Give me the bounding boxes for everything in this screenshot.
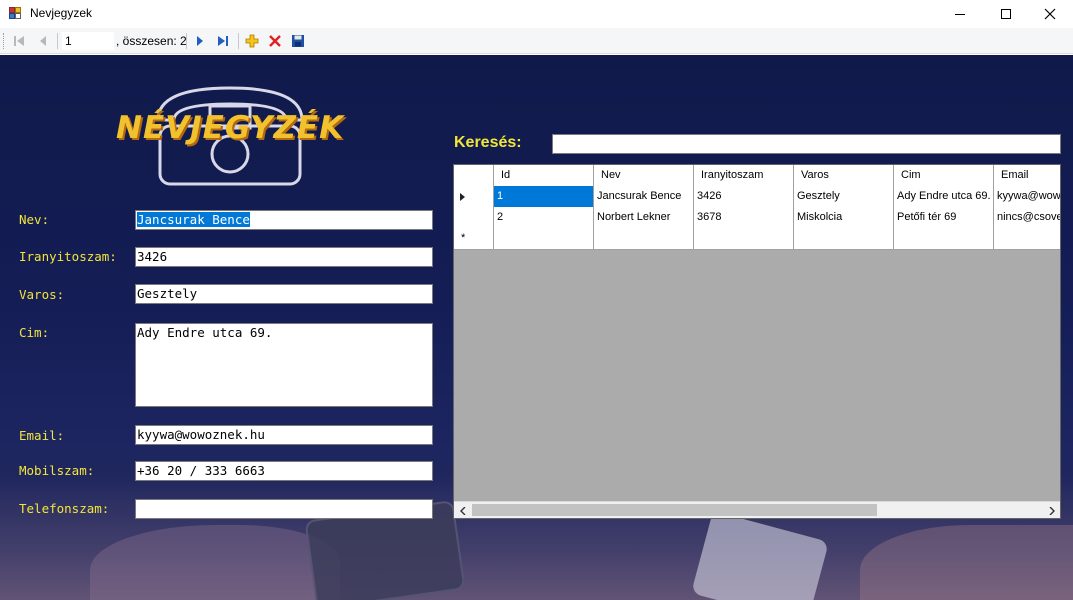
grid-cell[interactable]: Miskolcia (794, 207, 894, 229)
varos-label: Varos: (19, 287, 65, 302)
grid-cell[interactable]: 1 (494, 186, 594, 208)
grid-cell[interactable]: 2 (494, 207, 594, 229)
telefonszam-label: Telefonszam: (19, 501, 110, 516)
search-input[interactable] (552, 134, 1061, 154)
grid-cell[interactable]: Norbert Lekner (594, 207, 694, 229)
grid-cell[interactable] (794, 228, 894, 250)
iranyitoszam-field[interactable]: 3426 (135, 247, 433, 267)
grid-cell[interactable] (894, 228, 994, 250)
column-header-cim[interactable]: Cim (894, 165, 994, 187)
logo: NÉVJEGYZÉK (110, 80, 350, 190)
window-title: Nevjegyzek (30, 6, 93, 20)
grid-cell[interactable]: Gesztely (794, 186, 894, 208)
row-header[interactable] (454, 207, 494, 229)
move-last-button[interactable] (214, 32, 232, 50)
maximize-icon (1001, 9, 1011, 19)
minimize-icon (955, 13, 965, 15)
current-row-arrow-icon (460, 193, 465, 201)
app-window-icon[interactable] (9, 7, 22, 19)
main-form: NÉVJEGYZÉK Nev: Jancsurak Bence Iranyito… (0, 55, 1073, 600)
close-button[interactable] (1027, 0, 1073, 28)
grid-cell[interactable] (994, 228, 1060, 250)
grid-cell[interactable]: 3426 (694, 186, 794, 208)
scroll-left-button[interactable] (454, 502, 471, 518)
contacts-data-grid[interactable]: Id Nev Iranyitoszam Varos Cim Email 1 Ja… (453, 164, 1061, 519)
toolbar-grip[interactable] (3, 33, 6, 49)
toolbar-separator (57, 33, 58, 49)
grid-corner-header[interactable] (454, 165, 494, 187)
binding-navigator-toolbar: , összesen: 2 (0, 28, 1073, 54)
nev-field[interactable]: Jancsurak Bence (135, 210, 433, 230)
grid-cell[interactable]: nincs@csove (994, 207, 1060, 229)
table-row[interactable]: 1 Jancsurak Bence 3426 Gesztely Ady Endr… (454, 186, 1060, 208)
table-row[interactable]: 2 Norbert Lekner 3678 Miskolcia Petőfi t… (454, 207, 1060, 229)
grid-cell[interactable]: kyywa@wow (994, 186, 1060, 208)
move-previous-button[interactable] (34, 32, 52, 50)
grid-cell[interactable] (694, 228, 794, 250)
minimize-button[interactable] (937, 0, 983, 28)
grid-cell[interactable]: Petőfi tér 69 (894, 207, 994, 229)
position-input[interactable] (62, 32, 114, 50)
maximize-button[interactable] (983, 0, 1029, 28)
column-header-email[interactable]: Email (994, 165, 1060, 187)
move-next-button[interactable] (191, 32, 209, 50)
scroll-right-button[interactable] (1043, 502, 1060, 518)
grid-cell[interactable]: 3678 (694, 207, 794, 229)
row-header[interactable]: * (454, 228, 494, 250)
close-icon (1044, 8, 1056, 20)
delete-icon (269, 35, 281, 47)
column-header-iranyitoszam[interactable]: Iranyitoszam (694, 165, 794, 187)
search-label: Keresés: (454, 134, 522, 151)
logo-text: NÉVJEGYZÉK (116, 110, 345, 146)
toolbar-separator (186, 33, 187, 49)
move-previous-icon (40, 36, 46, 46)
grid-cell[interactable] (494, 228, 594, 250)
move-first-icon (14, 36, 24, 46)
iranyitoszam-label: Iranyitoszam: (19, 249, 117, 264)
add-new-button[interactable] (243, 32, 261, 50)
chevron-left-icon (459, 506, 465, 515)
move-last-icon (218, 36, 228, 46)
new-row-marker: * (461, 232, 466, 244)
grid-header-row: Id Nev Iranyitoszam Varos Cim Email (454, 165, 1060, 187)
telefonszam-field[interactable] (135, 499, 433, 519)
email-label: Email: (19, 428, 65, 443)
new-row[interactable]: * (454, 228, 1060, 250)
mobilszam-label: Mobilszam: (19, 463, 95, 478)
record-count-label: , összesen: 2 (116, 34, 187, 48)
email-field[interactable]: kyywa@wowoznek.hu (135, 425, 433, 445)
cim-field[interactable]: Ady Endre utca 69. (135, 323, 433, 407)
cim-label: Cim: (19, 325, 50, 340)
column-header-id[interactable]: Id (494, 165, 594, 187)
varos-field[interactable]: Gesztely (135, 284, 433, 304)
mobilszam-field[interactable]: +36 20 / 333 6663 (135, 461, 433, 481)
chevron-right-icon (1049, 506, 1055, 515)
grid-cell[interactable]: Ady Endre utca 69. (894, 186, 994, 208)
delete-button[interactable] (266, 32, 284, 50)
row-header[interactable] (454, 186, 494, 208)
move-first-button[interactable] (10, 32, 28, 50)
move-next-icon (197, 36, 203, 46)
horizontal-scrollbar[interactable] (454, 501, 1060, 518)
column-header-varos[interactable]: Varos (794, 165, 894, 187)
save-button[interactable] (289, 32, 307, 50)
column-header-nev[interactable]: Nev (594, 165, 694, 187)
nev-selected-text: Jancsurak Bence (137, 212, 250, 227)
save-icon (292, 35, 304, 47)
scrollbar-thumb[interactable] (472, 504, 877, 516)
nev-label: Nev: (19, 212, 50, 227)
grid-cell[interactable] (594, 228, 694, 250)
add-new-icon (245, 34, 259, 48)
toolbar-separator (238, 33, 239, 49)
grid-cell[interactable]: Jancsurak Bence (594, 186, 694, 208)
title-bar: Nevjegyzek (0, 0, 1073, 28)
